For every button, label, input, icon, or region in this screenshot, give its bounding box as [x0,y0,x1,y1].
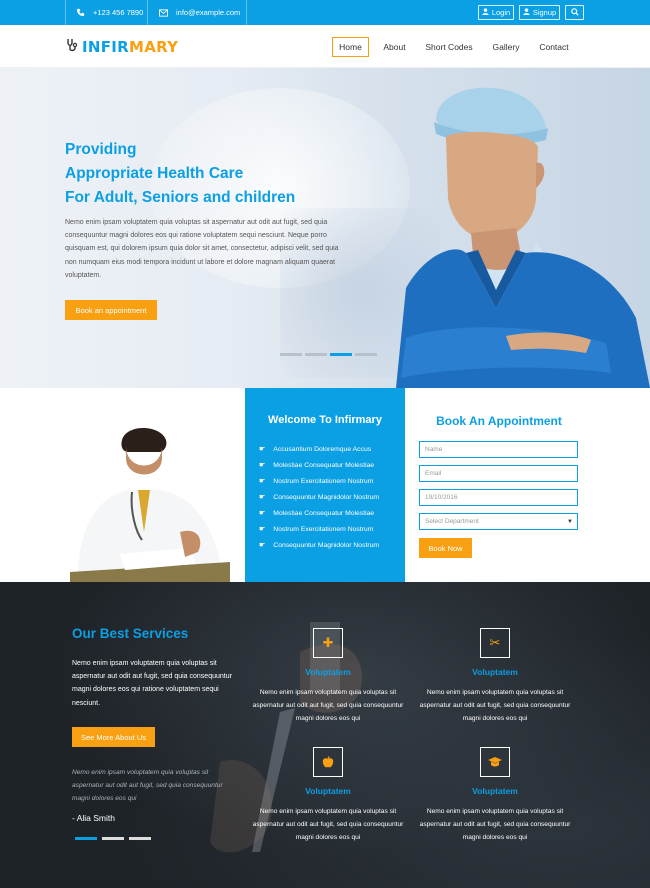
search-button[interactable] [565,5,584,20]
services-intro: Nemo enim ipsam voluptatem quia voluptas… [72,660,232,707]
slider-dot[interactable] [102,837,124,840]
hand-pointer-icon: ☛ [259,542,266,549]
hand-pointer-icon: ☛ [259,494,266,501]
email-contact[interactable]: info@example.com [158,0,240,25]
list-label: Accusantium Doloremque Accus [273,445,372,453]
welcome-list-item[interactable]: ☛ Nostrum Exercitationem Nostrum [259,477,374,486]
email-address[interactable]: info@example.com [176,8,240,17]
see-more-button[interactable]: See More About Us [72,727,155,747]
phone-icon [75,8,85,18]
slider-dot-active[interactable] [75,837,97,840]
testimonial-indicators [75,837,151,840]
login-label: Login [491,8,511,17]
hero-heading-line1: Providing [65,141,137,158]
book-appointment-button[interactable]: Book an appointment [65,300,157,320]
caret-down-icon: ▼ [567,518,573,525]
hero-heading-line3: For Adult, Seniors and children [65,189,296,206]
list-label: Nostrum Exercitationem Nostrum [273,477,374,485]
list-label: Consequuntur Magnidolor Nostrum [273,493,380,501]
service-text: Nemo enim ipsam voluptatem quia voluptas… [252,808,404,842]
testimonial-quote: Nemo enim ipsam voluptatem quia voluptas… [72,769,223,802]
nav-contact[interactable]: Contact [533,37,575,57]
nav-about[interactable]: About [378,37,411,57]
user-icon [523,8,530,17]
nav-home[interactable]: Home [332,37,369,57]
welcome-panel: Welcome To Infirmary ☛ Accusantium Dolore… [245,388,405,582]
top-bar: +123 456 7890 info@example.com Login Sig… [0,0,650,25]
divider [246,0,247,25]
service-text: Nemo enim ipsam voluptatem quia voluptas… [419,689,571,723]
appointment-title: Book An Appointment [436,414,562,428]
hero-paragraph: Nemo enim ipsam voluptatem quia voluptas… [65,219,339,279]
doctor-image [396,87,650,388]
hand-pointer-icon: ☛ [259,478,266,485]
service-title: Voluptatem [305,667,351,677]
envelope-icon [158,8,168,18]
info-section: Welcome To Infirmary ☛ Accusantium Dolore… [0,388,650,582]
phone-number: +123 456 7890 [93,8,144,17]
apple-icon [313,747,343,777]
service-title: Voluptatem [472,786,518,796]
hand-pointer-icon: ☛ [259,510,266,517]
welcome-list-item[interactable]: ☛ Consequuntur Magnidolor Nostrum [259,541,380,550]
list-label: Nostrum Exercitationem Nostrum [273,525,374,533]
divider [147,0,148,25]
search-icon [570,7,579,18]
testimonial-author: - Alia Smith [72,813,115,823]
logo[interactable]: INFIR MARY [66,37,178,57]
services-title: Our Best Services [72,626,189,641]
divider [65,0,66,25]
department-select[interactable]: Select Department ▼ [419,513,578,530]
user-icon [482,8,489,17]
logo-text-accent: MARY [129,38,179,56]
graduation-cap-icon [480,747,510,777]
signup-label: Signup [532,8,557,17]
slider-dot[interactable] [305,353,327,356]
phone-contact: +123 456 7890 [75,0,143,25]
slider-dot[interactable] [355,353,377,356]
plus-icon: ✚ [313,628,343,658]
hand-pointer-icon: ☛ [259,446,266,453]
services-section: Our Best Services Nemo enim ipsam volupt… [0,582,650,888]
welcome-list-item[interactable]: ☛ Accusantium Doloremque Accus [259,445,372,454]
main-header: INFIR MARY Home About Short Codes Gallery… [0,25,650,68]
welcome-list-item[interactable]: ☛ Consequuntur Magnidolor Nostrum [259,493,380,502]
service-text: Nemo enim ipsam voluptatem quia voluptas… [252,689,404,723]
welcome-list-item[interactable]: ☛ Molestiae Consequatur Molestiae [259,509,375,518]
list-label: Consequuntur Magnidolor Nostrum [273,541,380,549]
name-field[interactable]: Name [419,441,578,458]
hand-pointer-icon: ☛ [259,526,266,533]
department-value: Select Department [425,518,479,525]
service-title: Voluptatem [472,667,518,677]
list-label: Molestiae Consequatur Molestiae [273,509,375,517]
email-field[interactable]: Email [419,465,578,482]
nav-gallery[interactable]: Gallery [486,37,526,57]
hand-pointer-icon: ☛ [259,462,266,469]
list-label: Molestiae Consequatur Molestiae [273,461,375,469]
doctor-writing-image [70,428,230,582]
slider-indicators [280,353,377,356]
syringe-hands-image [210,622,362,853]
book-now-button[interactable]: Book Now [419,538,472,558]
service-title: Voluptatem [305,786,351,796]
logo-text-primary: INFIR [82,38,130,56]
nav-short-codes[interactable]: Short Codes [420,37,478,57]
hero-slider: Providing Appropriate Health Care For Ad… [0,68,650,388]
service-text: Nemo enim ipsam voluptatem quia voluptas… [419,808,571,842]
scissors-icon: ✂ [480,628,510,658]
hero-heading-line2: Appropriate Health Care [65,165,244,182]
signup-button[interactable]: Signup [519,5,560,20]
slider-dot[interactable] [280,353,302,356]
welcome-title: Welcome To Infirmary [268,414,382,426]
slider-dot-active[interactable] [330,353,352,356]
welcome-list-item[interactable]: ☛ Molestiae Consequatur Molestiae [259,461,375,470]
welcome-list-item[interactable]: ☛ Nostrum Exercitationem Nostrum [259,525,374,534]
login-button[interactable]: Login [478,5,514,20]
slider-dot[interactable] [129,837,151,840]
date-field[interactable]: 19/10/2016 [419,489,578,506]
stethoscope-icon [66,38,79,56]
